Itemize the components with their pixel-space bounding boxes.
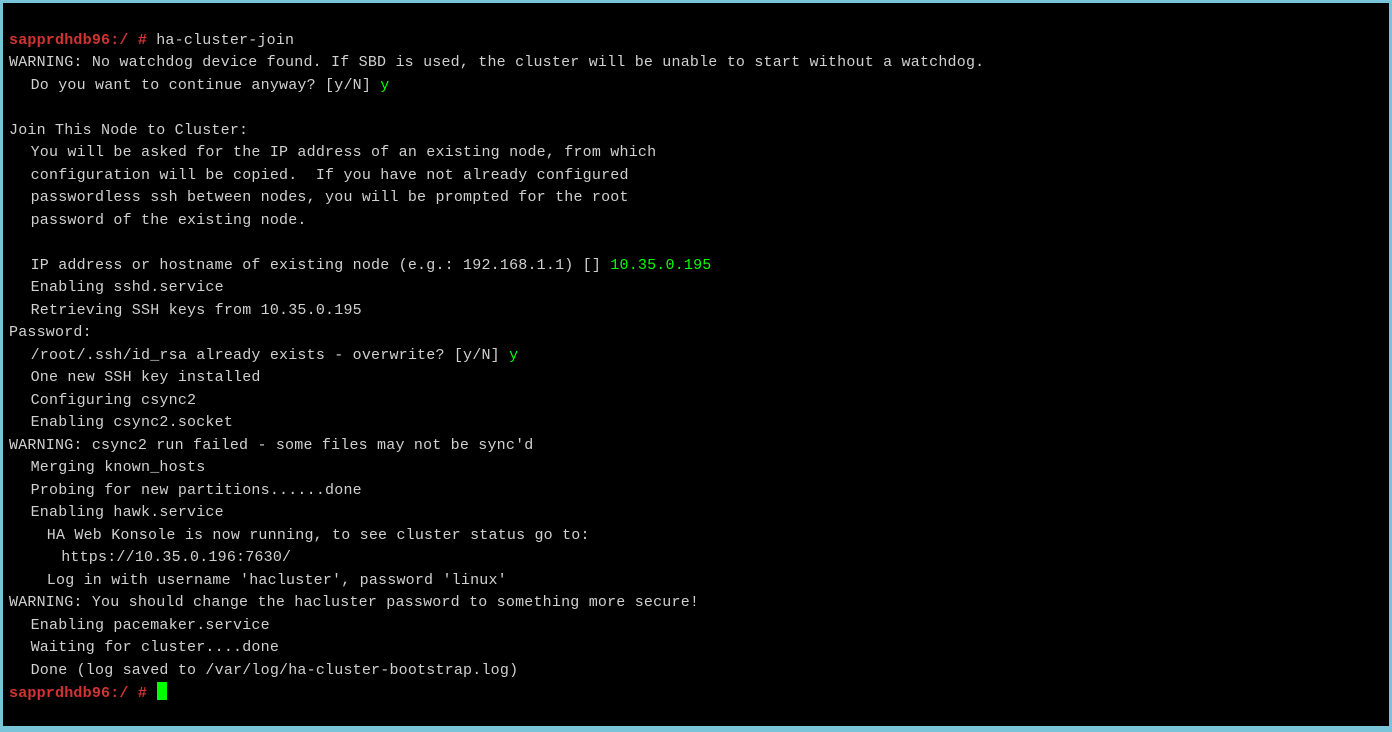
warning-line-2: WARNING: csync2 run failed - some files … xyxy=(9,437,533,454)
sshd-line: Enabling sshd.service xyxy=(31,277,224,300)
waiting-line: Waiting for cluster....done xyxy=(31,637,279,660)
join-text-1: You will be asked for the IP address of … xyxy=(31,142,657,165)
hawk-info-1: HA Web Konsole is now running, to see cl… xyxy=(47,525,590,548)
join-header: Join This Node to Cluster: xyxy=(9,122,248,139)
overwrite-prompt: /root/.ssh/id_rsa already exists - overw… xyxy=(31,345,500,368)
join-text-3: passwordless ssh between nodes, you will… xyxy=(31,187,629,210)
probe-line: Probing for new partitions......done xyxy=(31,480,362,503)
shell-prompt-2: sapprdhdb96:/ # xyxy=(9,685,147,702)
join-text-2: configuration will be copied. If you hav… xyxy=(31,165,629,188)
warning-line-3: WARNING: You should change the hacluster… xyxy=(9,594,699,611)
overwrite-answer: y xyxy=(500,347,518,364)
join-text-4: password of the existing node. xyxy=(31,210,307,233)
hawk-line: Enabling hawk.service xyxy=(31,502,224,525)
done-line: Done (log saved to /var/log/ha-cluster-b… xyxy=(31,660,519,683)
merge-line: Merging known_hosts xyxy=(31,457,206,480)
ip-prompt: IP address or hostname of existing node … xyxy=(31,255,602,278)
continue-answer: y xyxy=(371,77,389,94)
command-1: ha-cluster-join xyxy=(147,32,294,49)
ip-answer: 10.35.0.195 xyxy=(601,257,711,274)
continue-prompt: Do you want to continue anyway? [y/N] xyxy=(31,75,371,98)
warning-line-1: WARNING: No watchdog device found. If SB… xyxy=(9,54,984,71)
shell-prompt-1: sapprdhdb96:/ # xyxy=(9,32,147,49)
password-line: Password: xyxy=(9,324,92,341)
retrieve-line: Retrieving SSH keys from 10.35.0.195 xyxy=(31,300,362,323)
csync2-enable-line: Enabling csync2.socket xyxy=(31,412,233,435)
hawk-info-2: https://10.35.0.196:7630/ xyxy=(61,547,291,570)
csync2-config-line: Configuring csync2 xyxy=(31,390,197,413)
sshkey-line: One new SSH key installed xyxy=(31,367,261,390)
cursor-icon xyxy=(157,682,167,700)
pacemaker-line: Enabling pacemaker.service xyxy=(31,615,270,638)
terminal-window[interactable]: sapprdhdb96:/ # ha-cluster-join WARNING:… xyxy=(3,3,1389,726)
hawk-info-3: Log in with username 'hacluster', passwo… xyxy=(47,570,507,593)
